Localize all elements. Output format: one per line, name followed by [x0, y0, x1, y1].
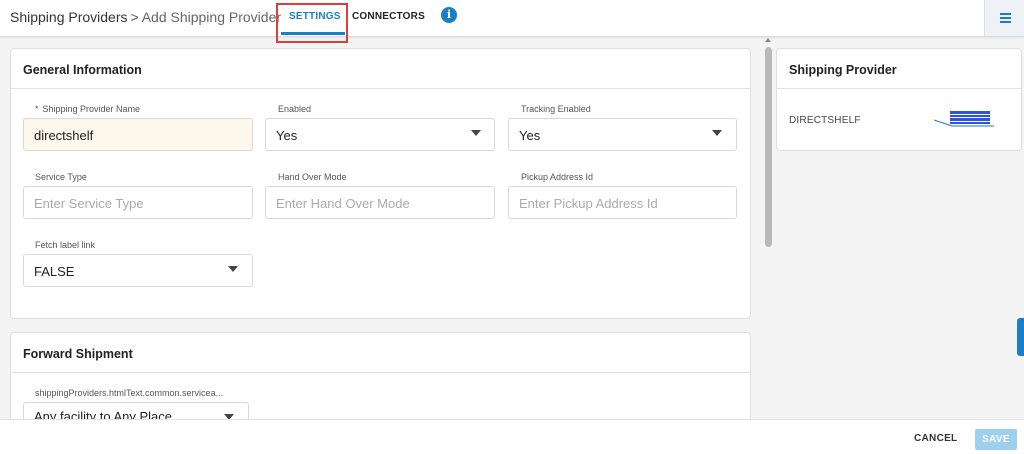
- shipping-provider-card: Shipping Provider DIRECTSHELF: [776, 48, 1022, 151]
- menu-button[interactable]: [984, 0, 1024, 36]
- enabled-chevron-down-icon: [471, 130, 481, 136]
- service-ability-select[interactable]: Any facility to Any Place: [23, 402, 249, 419]
- footer-bar: CANCEL SAVE: [0, 419, 1024, 454]
- breadcrumb-current: Add Shipping Provider: [141, 9, 282, 25]
- tab-highlight-box: [276, 3, 348, 43]
- breadcrumb-root[interactable]: Shipping Providers: [10, 9, 128, 25]
- provider-name-input[interactable]: directshelf: [23, 118, 253, 151]
- fetch-label-link-label: Fetch label link: [35, 240, 96, 250]
- save-button[interactable]: SAVE: [975, 429, 1017, 450]
- tab-connectors[interactable]: CONNECTORS: [352, 11, 425, 22]
- required-mark: *: [35, 104, 39, 114]
- hand-over-mode-input[interactable]: Enter Hand Over Mode: [265, 186, 495, 219]
- provider-logo-icon: [934, 111, 994, 127]
- fetch-label-link-chevron-down-icon: [228, 266, 238, 272]
- service-type-input[interactable]: Enter Service Type: [23, 186, 253, 219]
- cancel-button[interactable]: CANCEL: [914, 433, 957, 444]
- info-icon[interactable]: i: [441, 7, 457, 23]
- breadcrumb: Shipping Providers > Add Shipping Provider: [10, 9, 281, 25]
- breadcrumb-separator-icon: >: [130, 9, 139, 25]
- scroll-up-arrow-icon[interactable]: [765, 38, 771, 42]
- pickup-address-id-input[interactable]: Enter Pickup Address Id: [508, 186, 737, 219]
- provider-name-label: * Shipping Provider Name: [35, 104, 141, 114]
- forward-shipment-title: Forward Shipment: [11, 333, 750, 373]
- shipping-provider-title: Shipping Provider: [777, 49, 1021, 89]
- provider-name-text: DIRECTSHELF: [789, 115, 861, 126]
- general-information-title: General Information: [11, 49, 750, 89]
- fetch-label-link-select[interactable]: FALSE: [23, 254, 253, 287]
- tracking-enabled-chevron-down-icon: [712, 130, 722, 136]
- enabled-select[interactable]: Yes: [265, 118, 495, 151]
- top-bar: Shipping Providers > Add Shipping Provider…: [0, 0, 1024, 37]
- tracking-enabled-select[interactable]: Yes: [508, 118, 737, 151]
- side-drawer-tab[interactable]: [1017, 318, 1024, 356]
- hamburger-menu-icon: [1000, 13, 1011, 25]
- service-ability-label: shippingProviders.htmlText.common.servic…: [35, 388, 224, 398]
- service-type-label: Service Type: [35, 172, 87, 182]
- pickup-address-id-label: Pickup Address Id: [521, 172, 594, 182]
- scrollbar-thumb[interactable]: [765, 47, 772, 247]
- enabled-label: Enabled: [278, 104, 312, 114]
- hand-over-mode-label: Hand Over Mode: [278, 172, 347, 182]
- tracking-enabled-label: Tracking Enabled: [521, 104, 591, 114]
